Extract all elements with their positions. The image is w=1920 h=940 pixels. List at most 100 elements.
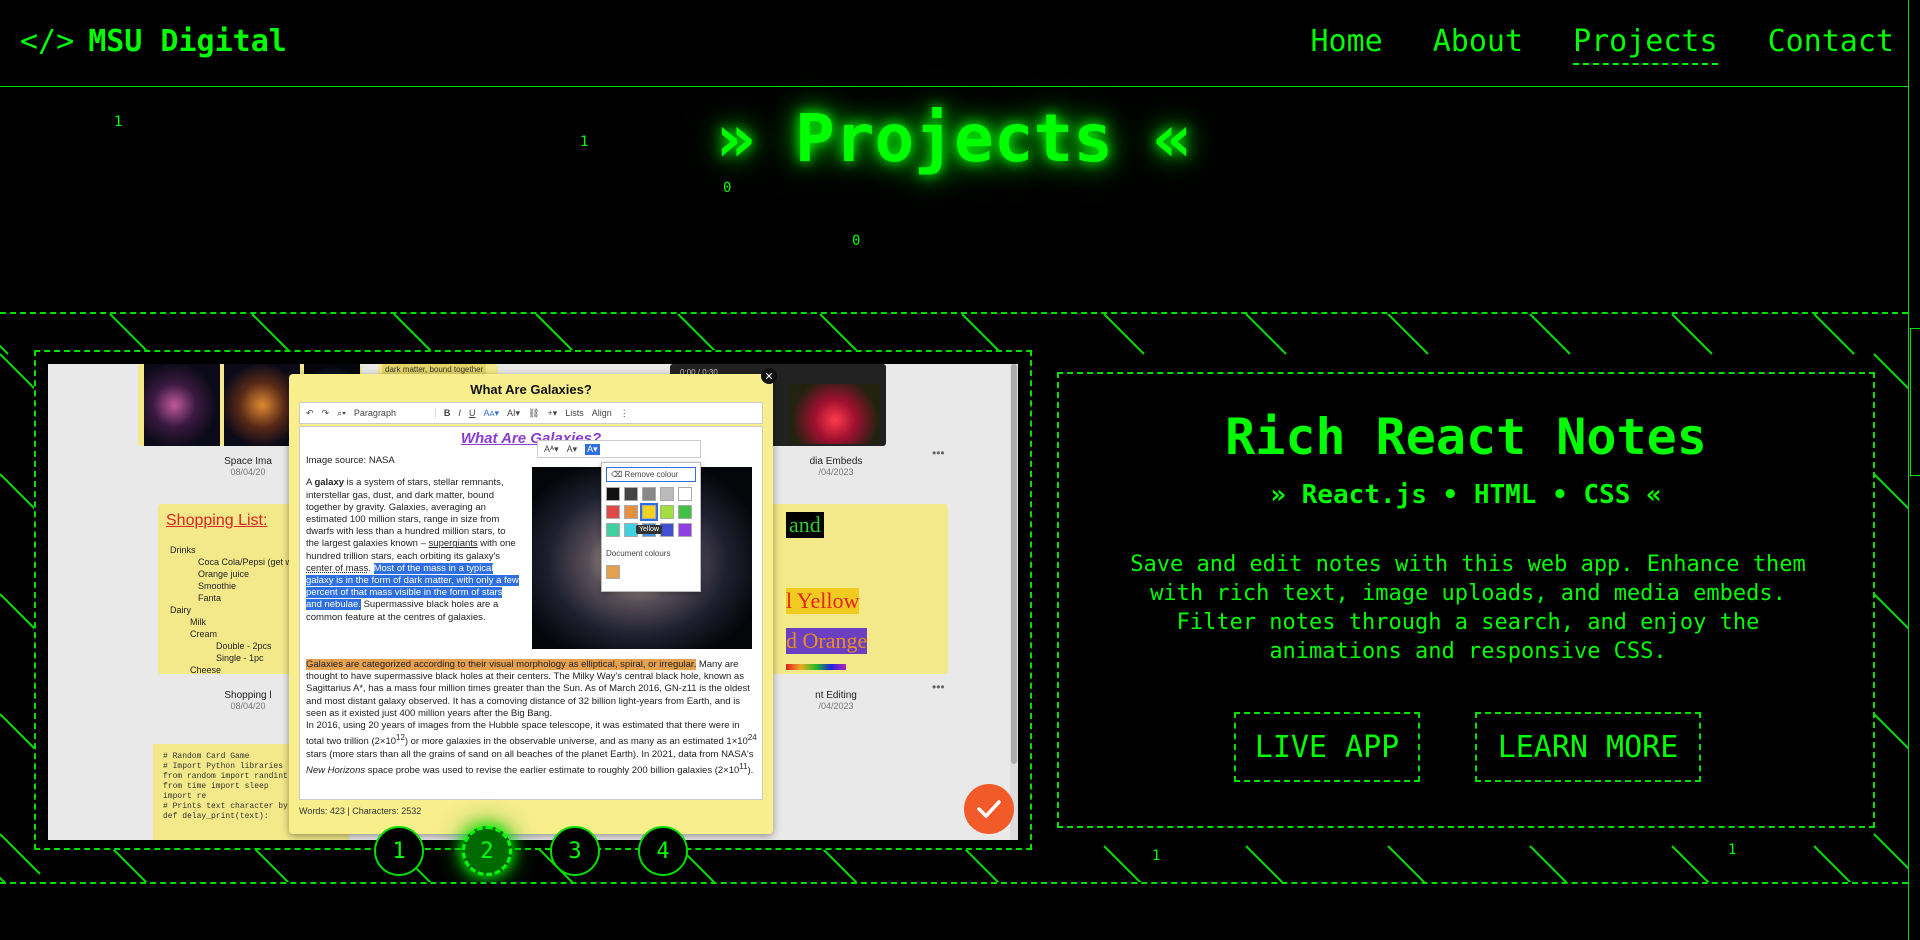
logo-text: MSU Digital xyxy=(88,24,287,59)
nav-projects[interactable]: Projects xyxy=(1573,24,1718,65)
colour-swatch[interactable] xyxy=(660,523,674,537)
page-title: » Projects « xyxy=(715,100,1193,177)
stripe-line xyxy=(1387,314,1429,355)
media-thumbnail xyxy=(790,384,880,444)
project-description: Save and edit notes with this web app. E… xyxy=(1130,552,1806,664)
logo[interactable]: </> MSU Digital xyxy=(20,24,287,59)
colour-swatch[interactable] xyxy=(678,487,692,501)
colour-swatch[interactable] xyxy=(678,523,692,537)
insert-icon[interactable]: +▾ xyxy=(547,408,557,419)
colour-swatch[interactable] xyxy=(624,505,638,519)
stripe-line xyxy=(1873,713,1908,750)
redo-icon[interactable]: ↷ xyxy=(322,408,330,419)
scrollbar-thumb[interactable] xyxy=(1910,328,1920,476)
check-icon xyxy=(977,800,1001,818)
nav-home[interactable]: Home xyxy=(1311,24,1383,65)
modal-title: What Are Galaxies? xyxy=(470,382,592,397)
stripe-line xyxy=(1103,314,1145,355)
highlight-color-icon[interactable]: A▾ xyxy=(585,443,600,455)
matrix-digit: 1 xyxy=(1152,848,1161,864)
logo-code-icon: </> xyxy=(20,24,75,59)
colour-swatch[interactable] xyxy=(640,503,658,521)
nebula-image xyxy=(144,364,220,446)
document-colours-label: Document colours xyxy=(606,549,671,558)
inner-scrollbar[interactable] xyxy=(1010,364,1018,840)
tooltip: Yellow xyxy=(636,525,662,534)
color-strip xyxy=(786,664,846,670)
note-card[interactable]: and l Yellow d Orange xyxy=(748,504,948,674)
more-vertical-icon[interactable]: ⋮ xyxy=(620,408,629,419)
page-scrollbar[interactable] xyxy=(1908,0,1920,940)
stripe-line xyxy=(1245,314,1287,355)
stripe-line xyxy=(0,344,9,355)
undo-icon[interactable]: ↶ xyxy=(306,408,314,419)
inner-scrollbar-thumb[interactable] xyxy=(1011,364,1017,764)
font-color-icon[interactable]: A▾ xyxy=(567,444,578,455)
pager-button-4[interactable]: 4 xyxy=(638,826,688,876)
paragraph-2: Galaxies are categorized according to th… xyxy=(306,659,757,776)
close-icon[interactable]: ✕ xyxy=(761,368,777,384)
nav-contact[interactable]: Contact xyxy=(1768,24,1894,65)
stripe-line xyxy=(819,314,861,355)
font-size-icon[interactable]: AA▾ xyxy=(483,408,499,419)
bold-icon[interactable]: B xyxy=(444,408,451,418)
project-band: dark matter, bound together 0:00 / 0:30 … xyxy=(0,312,1908,884)
underline-icon[interactable]: U xyxy=(469,408,476,418)
stripe-line xyxy=(251,845,290,882)
colour-swatch[interactable] xyxy=(606,523,620,537)
stripe-line xyxy=(1103,845,1142,882)
live-app-button[interactable]: LIVE APP xyxy=(1234,712,1420,782)
stripe-line xyxy=(1873,353,1908,390)
colour-swatch[interactable] xyxy=(606,505,620,519)
stripe-line xyxy=(0,876,6,882)
italic-icon[interactable]: I xyxy=(458,408,461,418)
more-icon[interactable]: ••• xyxy=(932,680,945,694)
pager-button-1[interactable]: 1 xyxy=(374,826,424,876)
align-select[interactable]: Align xyxy=(592,408,612,418)
pager-button-2[interactable]: 2 xyxy=(462,826,512,876)
project-screenshot-frame: dark matter, bound together 0:00 / 0:30 … xyxy=(34,350,1032,850)
colour-swatch[interactable] xyxy=(606,487,620,501)
lists-select[interactable]: Lists xyxy=(565,408,584,418)
stripe-line xyxy=(1813,845,1852,882)
stripe-line xyxy=(961,314,1003,355)
card-text: d Orange xyxy=(786,628,868,654)
main-nav: Home About Projects Contact xyxy=(1311,24,1894,65)
learn-more-button[interactable]: LEARN MORE xyxy=(1475,712,1701,782)
note-caption: Shopping l 08/04/20 xyxy=(224,690,272,711)
more-icon[interactable]: ••• xyxy=(932,446,945,460)
colour-swatch[interactable] xyxy=(660,505,674,519)
nav-about[interactable]: About xyxy=(1433,24,1523,65)
colour-swatch[interactable] xyxy=(660,487,674,501)
stripe-line xyxy=(535,314,577,355)
paragraph-select[interactable]: Paragraph xyxy=(354,408,436,418)
swatch-orange[interactable] xyxy=(606,565,620,579)
card-text: l Yellow xyxy=(786,588,860,614)
colour-swatch[interactable] xyxy=(642,487,656,501)
matrix-digit: 1 xyxy=(1728,842,1737,858)
font-size-icon[interactable]: Aᴬ▾ xyxy=(544,444,559,455)
stripe-line xyxy=(1671,314,1713,355)
pager-button-3[interactable]: 3 xyxy=(550,826,600,876)
project-title: Rich React Notes xyxy=(1225,408,1707,466)
note-caption: nt Editing /04/2023 xyxy=(815,690,857,711)
stripe-line xyxy=(677,314,719,355)
stripe-line xyxy=(1529,314,1571,355)
project-info-box: Rich React Notes » React.js • HTML • CSS… xyxy=(1057,372,1875,828)
site-header: </> MSU Digital Home About Projects Conta… xyxy=(0,0,1908,87)
stripe-line xyxy=(1529,845,1568,882)
stripe-line xyxy=(1813,314,1855,355)
stripe-line xyxy=(109,845,148,882)
note-caption: dia Embeds /04/2023 xyxy=(809,456,863,477)
link-icon[interactable]: ⛓ xyxy=(528,408,539,419)
find-icon[interactable]: ⌕▾ xyxy=(337,408,346,419)
colour-swatch[interactable] xyxy=(678,505,692,519)
remove-colour-button[interactable]: ⌫ Remove colour xyxy=(606,467,696,482)
text-format-icon[interactable]: AI▾ xyxy=(507,408,520,419)
inline-format-bar: Aᴬ▾ A▾ A▾ xyxy=(537,440,701,458)
colour-swatch[interactable] xyxy=(624,487,638,501)
save-button[interactable] xyxy=(964,784,1014,834)
shopping-list-title: Shopping List: xyxy=(166,512,268,529)
shopping-list: Drinks Coca Cola/Pepsi (get w Orange jui… xyxy=(170,545,293,675)
stripe-line xyxy=(1245,845,1284,882)
